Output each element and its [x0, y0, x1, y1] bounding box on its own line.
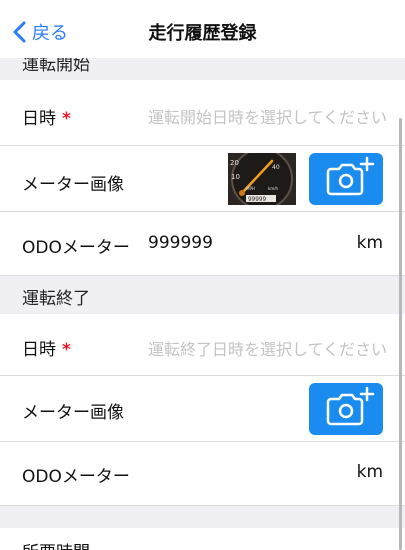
end-meter-camera-button[interactable] [309, 383, 383, 435]
meter-photo-thumbnail[interactable]: 20 10 40 MPH km/h 99999 [228, 153, 296, 205]
start-odo-row[interactable]: ODOメーター 999999 km [0, 212, 405, 276]
end-datetime-label: 日時 * [22, 340, 71, 360]
svg-text:40: 40 [272, 164, 280, 171]
start-meter-image-row: メーター画像 20 10 40 MPH km/h 99999 [0, 146, 405, 212]
svg-text:99999: 99999 [248, 196, 266, 203]
camera-plus-icon [326, 156, 375, 196]
required-mark: * [62, 340, 71, 360]
section-title-start: 運転開始 [22, 58, 90, 75]
camera-plus-icon [326, 386, 375, 426]
end-datetime-row[interactable]: 日時 * 運転終了日時を選択してください [0, 314, 405, 376]
start-meter-image-label: メーター画像 [22, 175, 124, 195]
start-datetime-placeholder[interactable]: 運転開始日時を選択してください [148, 104, 387, 128]
start-meter-camera-button[interactable] [309, 153, 383, 205]
required-mark: * [62, 109, 71, 129]
navigation-bar: 戻る 走行履歴登録 [0, 0, 405, 58]
end-meter-image-row: メーター画像 [0, 376, 405, 442]
end-meter-image-label: メーター画像 [22, 403, 124, 423]
svg-text:20: 20 [230, 159, 239, 167]
svg-text:MPH: MPH [246, 186, 255, 191]
end-odo-label: ODOメーター [22, 467, 130, 487]
svg-text:10: 10 [231, 173, 240, 181]
end-odo-row[interactable]: ODOメーター km [0, 442, 405, 506]
scrollbar[interactable] [399, 118, 402, 550]
start-datetime-label: 日時 * [22, 109, 71, 129]
end-odo-unit: km [356, 462, 383, 482]
section-header-end: 運転終了 [0, 276, 405, 314]
start-odo-label: ODOメーター [22, 238, 130, 258]
duration-label: 所要時間 [22, 538, 90, 550]
end-datetime-placeholder[interactable]: 運転終了日時を選択してください [148, 336, 387, 360]
page-title: 走行履歴登録 [148, 23, 257, 44]
start-odo-unit: km [356, 233, 383, 253]
section-title-end: 運転終了 [22, 289, 90, 309]
svg-text:km/h: km/h [268, 186, 279, 191]
duration-row: 所要時間 [0, 528, 405, 550]
start-datetime-row[interactable]: 日時 * 運転開始日時を選択してください [0, 80, 405, 146]
section-header-duration-spacer [0, 506, 405, 528]
start-odo-value[interactable]: 999999 [148, 233, 213, 253]
section-header-start: 運転開始 [0, 58, 405, 80]
